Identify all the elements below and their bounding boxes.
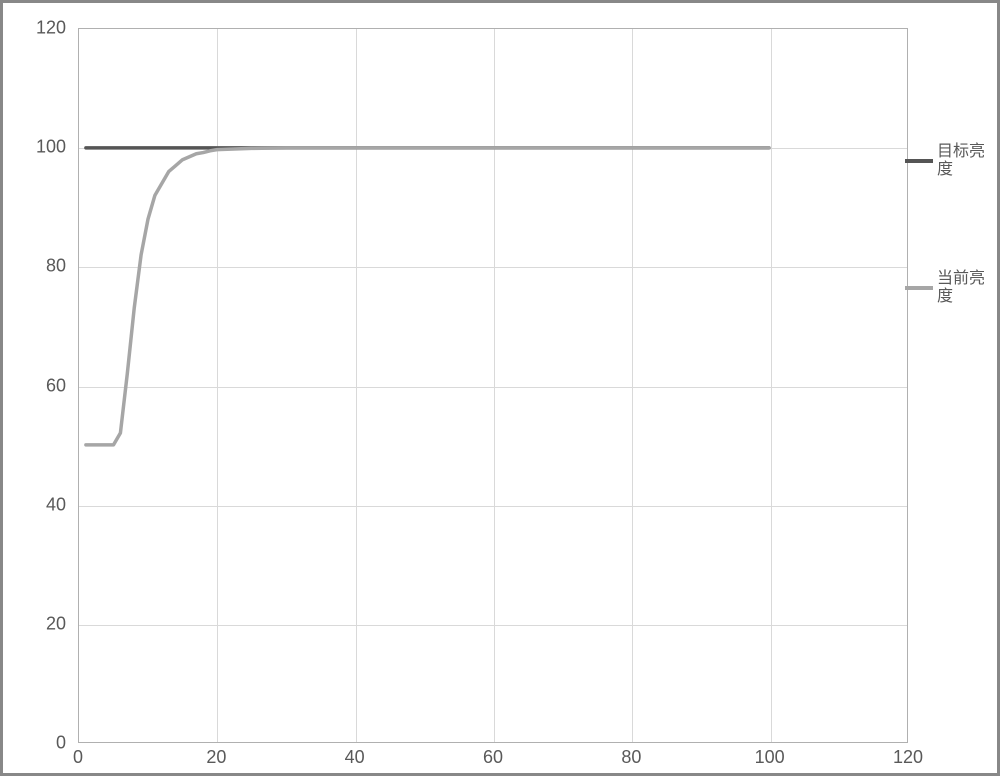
y-tick-label: 40 xyxy=(6,494,66,515)
x-tick-label: 40 xyxy=(335,747,375,768)
chart-container: 020406080100120 020406080100120 目标亮度 当前亮… xyxy=(0,0,1000,776)
y-tick-label: 80 xyxy=(6,256,66,277)
x-tick-label: 80 xyxy=(611,747,651,768)
legend: 目标亮度 当前亮度 xyxy=(905,143,991,397)
legend-label-target: 目标亮度 xyxy=(937,143,985,180)
x-tick-label: 20 xyxy=(196,747,236,768)
y-tick-label: 20 xyxy=(6,613,66,634)
x-tick-label: 0 xyxy=(58,747,98,768)
y-tick-label: 60 xyxy=(6,375,66,396)
plot-area xyxy=(78,28,908,743)
x-tick-label: 60 xyxy=(473,747,513,768)
y-tick-label: 0 xyxy=(6,733,66,754)
legend-item-target: 目标亮度 xyxy=(905,143,991,180)
plot-frame: 020406080100120 020406080100120 xyxy=(78,28,908,743)
legend-item-current: 当前亮度 xyxy=(905,270,991,307)
legend-swatch-current xyxy=(905,286,933,290)
x-tick-label: 120 xyxy=(888,747,928,768)
y-axis-ticks: 020406080100120 xyxy=(12,28,72,743)
y-tick-label: 120 xyxy=(6,18,66,39)
series-line-current xyxy=(86,148,769,445)
legend-label-current: 当前亮度 xyxy=(937,270,985,307)
y-tick-label: 100 xyxy=(6,137,66,158)
chart-svg xyxy=(79,29,907,742)
x-axis-ticks: 020406080100120 xyxy=(78,743,908,773)
x-tick-label: 100 xyxy=(750,747,790,768)
legend-swatch-target xyxy=(905,159,933,163)
